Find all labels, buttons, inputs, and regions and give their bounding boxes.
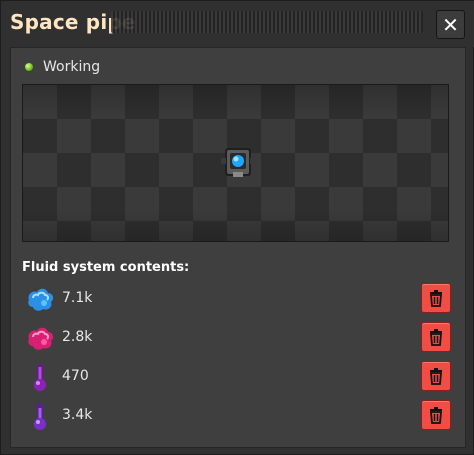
status-indicator-icon bbox=[25, 63, 33, 71]
fluid-amount: 2.8k bbox=[62, 329, 93, 345]
thruster-oxidizer-icon bbox=[34, 403, 46, 430]
fluid-row: 470 bbox=[24, 361, 456, 393]
delete-fluid-button[interactable] bbox=[421, 322, 451, 352]
delete-fluid-button[interactable] bbox=[421, 400, 451, 430]
fluid-section-title: Fluid system contents: bbox=[22, 260, 190, 275]
fluid-amount: 470 bbox=[62, 368, 89, 384]
entity-window: Space pipe ✕ Working Fluid system conten bbox=[0, 0, 474, 455]
trash-icon bbox=[430, 368, 442, 385]
fluid-row: 2.8k bbox=[24, 322, 456, 354]
trash-icon bbox=[430, 290, 442, 307]
fluid-amount: 3.4k bbox=[62, 407, 93, 423]
close-button[interactable]: ✕ bbox=[436, 10, 465, 39]
close-icon: ✕ bbox=[442, 12, 459, 37]
drag-handle[interactable] bbox=[111, 11, 423, 33]
delete-fluid-button[interactable] bbox=[421, 283, 451, 313]
fluoroketone-hot-icon bbox=[28, 288, 54, 311]
space-pipe-entity-icon bbox=[221, 148, 255, 177]
trash-icon bbox=[430, 329, 442, 346]
fluoroketone-cold-icon bbox=[28, 327, 54, 350]
titlebar[interactable]: Space pipe ✕ bbox=[1, 1, 474, 47]
status-row: Working bbox=[25, 57, 100, 77]
entity-preview[interactable] bbox=[22, 84, 449, 242]
fluid-row: 3.4k bbox=[24, 400, 456, 432]
status-text: Working bbox=[43, 59, 101, 75]
content-panel: Working Fluid system contents: 7.1k 2.8k… bbox=[10, 47, 466, 448]
fluid-row: 7.1k bbox=[24, 283, 456, 315]
thruster-fuel-icon bbox=[34, 364, 46, 391]
trash-icon bbox=[430, 407, 442, 424]
delete-fluid-button[interactable] bbox=[421, 361, 451, 391]
fluid-amount: 7.1k bbox=[62, 290, 93, 306]
